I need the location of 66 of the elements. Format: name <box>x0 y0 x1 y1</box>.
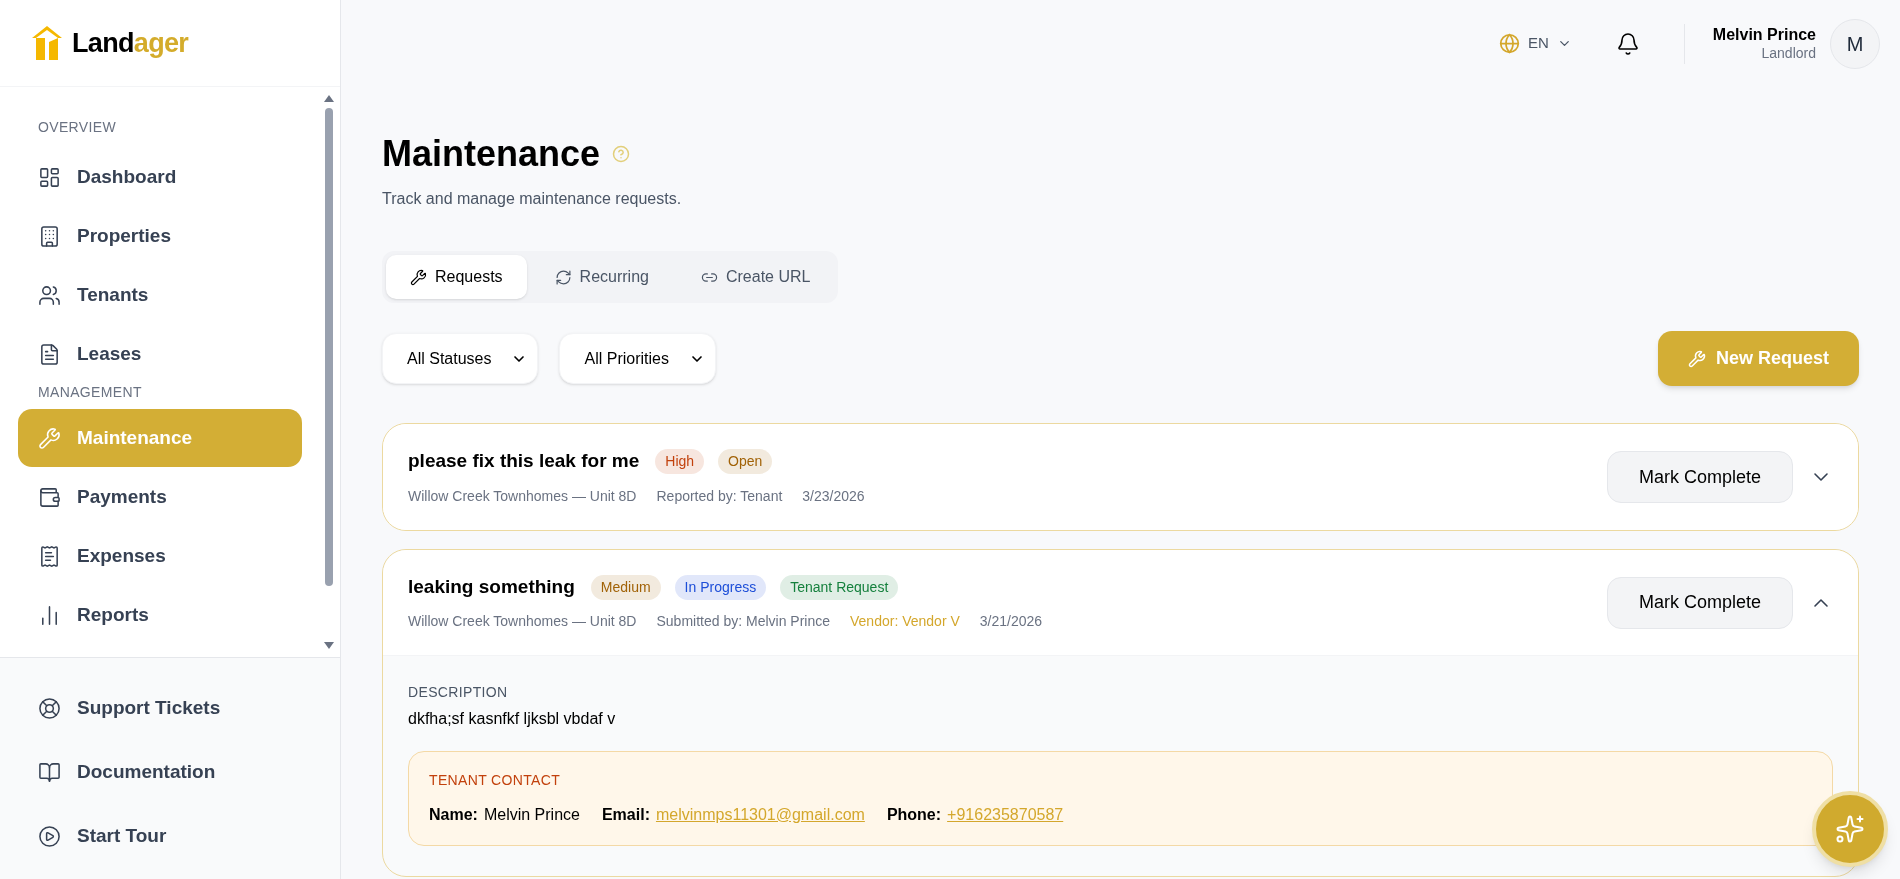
receipt-icon <box>38 544 61 568</box>
nav-item[interactable]: Reports <box>18 586 302 644</box>
meta-text: Submitted by: Melvin Prince <box>656 612 830 632</box>
tab[interactable]: Requests <box>386 255 527 299</box>
filter-dropdown[interactable]: All Statuses <box>382 333 539 384</box>
vendor-label: Vendor: Vendor V <box>850 612 960 632</box>
building-icon <box>38 224 61 248</box>
nav-item[interactable]: Support Tickets <box>18 676 322 740</box>
status-badge: Tenant Request <box>780 574 899 600</box>
user-name: Melvin Prince <box>1712 24 1816 45</box>
language-selector[interactable]: EN <box>1499 32 1572 55</box>
refresh-icon <box>554 268 572 286</box>
meta-text: Willow Creek Townhomes — Unit 8D <box>408 612 637 632</box>
ai-assistant-button[interactable] <box>1812 791 1888 867</box>
nav-item[interactable]: Tenants <box>18 266 302 324</box>
mark-complete-button[interactable]: Mark Complete <box>1606 576 1793 629</box>
book-icon <box>38 760 61 784</box>
wrench-icon <box>38 426 61 450</box>
notification-bell-icon[interactable] <box>1615 31 1640 56</box>
tab[interactable]: Create URL <box>676 255 835 299</box>
description-text: dkfha;sf kasnfkf ljksbl vbdaf v <box>408 709 617 729</box>
lifebuoy-icon <box>38 696 61 720</box>
page-subtitle: Track and manage maintenance requests. <box>382 189 683 209</box>
globe-icon <box>1499 33 1520 54</box>
sparkles-icon <box>1835 814 1865 844</box>
request-title: leaking something <box>408 574 575 599</box>
section-label: DESCRIPTION <box>408 683 509 702</box>
field-value: Melvin Prince <box>483 805 580 825</box>
wallet-icon <box>38 485 61 509</box>
section-heading: OVERVIEW <box>37 118 117 137</box>
nav-item[interactable]: Expenses <box>18 527 302 585</box>
status-badge: In Progress <box>674 574 767 600</box>
field-label: Name: <box>429 805 478 825</box>
status-badge: Open <box>718 449 773 474</box>
meta-text: Willow Creek Townhomes — Unit 8D <box>408 486 637 506</box>
nav-item[interactable]: Dashboard <box>18 148 302 206</box>
filter-dropdown[interactable]: All Priorities <box>559 333 716 384</box>
field-label: Phone: <box>886 805 942 825</box>
play-icon <box>38 824 61 848</box>
request-title: please fix this leak for me <box>408 449 640 474</box>
avatar[interactable]: M <box>1830 18 1880 69</box>
nav-item[interactable]: Start Tour <box>18 804 322 868</box>
meta-text: 3/23/2026 <box>802 486 865 506</box>
nav-item[interactable]: Properties <box>18 207 302 265</box>
user-role: Landlord <box>1761 44 1816 63</box>
field-label: Email: <box>601 805 650 825</box>
wrench-icon <box>410 268 427 286</box>
nav-item[interactable]: Leases <box>18 325 302 383</box>
meta-text: Reported by: Tenant <box>656 486 783 506</box>
status-badge: Medium <box>590 574 661 600</box>
wrench-icon <box>1687 349 1706 368</box>
meta-text: 3/21/2026 <box>979 612 1043 632</box>
dashboard-icon <box>38 165 61 189</box>
page-title: Maintenance <box>382 132 601 176</box>
contact-title: TENANT CONTACT <box>429 771 562 790</box>
nav-item[interactable]: Payments <box>18 468 302 526</box>
scrollbar[interactable] <box>322 95 336 649</box>
logo-text: Landager <box>72 26 189 60</box>
users-icon <box>38 283 61 307</box>
mark-complete-button[interactable]: Mark Complete <box>1606 451 1793 503</box>
section-heading: MANAGEMENT <box>37 383 143 402</box>
house-logo-icon <box>30 24 64 62</box>
status-badge: High <box>655 449 705 474</box>
document-icon <box>38 342 61 366</box>
tab[interactable]: Recurring <box>530 255 673 299</box>
nav-item[interactable]: Documentation <box>18 740 322 804</box>
